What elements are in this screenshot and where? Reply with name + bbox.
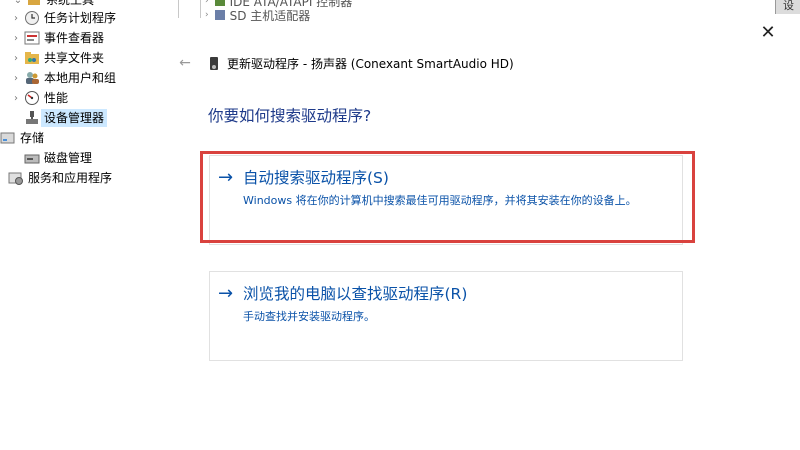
option-description: 手动查找并安装驱动程序。: [243, 310, 375, 323]
option-title: 自动搜索驱动程序(S): [243, 169, 389, 187]
tree-item-disk-management[interactable]: 磁盘管理: [22, 148, 92, 168]
tree-item-storage[interactable]: 存储: [0, 128, 44, 148]
tree-item-label: 设备管理器: [41, 109, 108, 127]
chevron-right-icon[interactable]: ›: [10, 13, 22, 24]
browse-computer-option[interactable]: → 浏览我的电脑以查找驱动程序(R) 手动查找并安装驱动程序。: [209, 271, 683, 361]
tree-item-label: 性能: [44, 91, 69, 105]
arrow-right-icon: →: [218, 283, 234, 304]
sd-card-icon: [214, 10, 225, 20]
tree-item-device-manager[interactable]: 设备管理器: [22, 108, 108, 128]
device-category-label: SD 主机适配器: [229, 8, 311, 23]
tree-item-task-scheduler[interactable]: › 任务计划程序: [10, 8, 116, 28]
option-description: Windows 将在你的计算机中搜索最佳可用驱动程序，并将其安装在你的设备上。: [243, 194, 637, 207]
tree-item-label: 任务计划程序: [44, 11, 117, 25]
clock-icon: [24, 10, 40, 26]
tree-item-label: 服务和应用程序: [28, 171, 113, 185]
tree-item-label: 系统工具: [46, 0, 95, 7]
close-button[interactable]: ✕: [756, 22, 780, 44]
performance-icon: [24, 90, 40, 106]
controller-icon: [214, 0, 225, 6]
device-category-sd[interactable]: › SD 主机适配器: [205, 8, 352, 23]
pane-divider: [200, 0, 201, 18]
search-automatically-option[interactable]: → 自动搜索驱动程序(S) Windows 将在你的计算机中搜索最佳可用驱动程序…: [209, 155, 683, 245]
tree-item-label: 本地用户和组: [44, 71, 117, 85]
device-tree-snippet: › IDE ATA/ATAPI 控制器 › SD 主机适配器: [205, 0, 352, 23]
gear-tools-icon: [26, 0, 42, 8]
dialog-title-text: 更新驱动程序 - 扬声器 (Conexant SmartAudio HD): [227, 57, 514, 71]
storage-icon: [0, 130, 16, 146]
services-icon: [8, 170, 24, 186]
arrow-right-icon: →: [218, 167, 234, 188]
console-tree: ⌄ 系统工具 › 任务计划程序 › 事件查看器 › 共享文件夹 › 本地用户和组: [0, 0, 178, 450]
close-icon: ✕: [760, 22, 776, 43]
chevron-right-icon[interactable]: ›: [205, 10, 209, 20]
chevron-right-icon[interactable]: ›: [10, 53, 22, 64]
option-title: 浏览我的电脑以查找驱动程序(R): [243, 285, 468, 303]
device-manager-icon: [24, 110, 40, 126]
users-icon: [24, 70, 40, 86]
chevron-right-icon[interactable]: ›: [10, 93, 22, 104]
tree-item-services[interactable]: 服务和应用程序: [8, 168, 112, 188]
chevron-right-icon[interactable]: ›: [10, 73, 22, 84]
tree-item-label: 事件查看器: [44, 31, 105, 45]
tree-item-local-users[interactable]: › 本地用户和组: [10, 68, 116, 88]
back-arrow-icon: ←: [179, 55, 191, 71]
tree-item-label: 磁盘管理: [44, 151, 93, 165]
tree-item-event-viewer[interactable]: › 事件查看器: [10, 28, 104, 48]
dialog-heading: 你要如何搜索驱动程序?: [208, 107, 372, 125]
tree-item-shared-folders[interactable]: › 共享文件夹: [10, 48, 104, 68]
tree-item-label: 存储: [20, 131, 45, 145]
speaker-device-icon: [210, 57, 218, 70]
event-viewer-icon: [24, 30, 40, 46]
dialog-title: 更新驱动程序 - 扬声器 (Conexant SmartAudio HD): [210, 55, 514, 72]
chevron-down-icon[interactable]: ⌄: [12, 0, 24, 6]
tree-item-performance[interactable]: › 性能: [10, 88, 68, 108]
shared-folder-icon: [24, 50, 40, 66]
chevron-right-icon[interactable]: ›: [205, 0, 209, 6]
disk-icon: [24, 150, 40, 166]
right-panel-tab[interactable]: 设: [775, 0, 800, 14]
pane-divider: [178, 0, 179, 18]
chevron-right-icon[interactable]: ›: [10, 33, 22, 44]
tree-item-label: 共享文件夹: [44, 51, 105, 65]
back-button[interactable]: ←: [176, 54, 194, 72]
